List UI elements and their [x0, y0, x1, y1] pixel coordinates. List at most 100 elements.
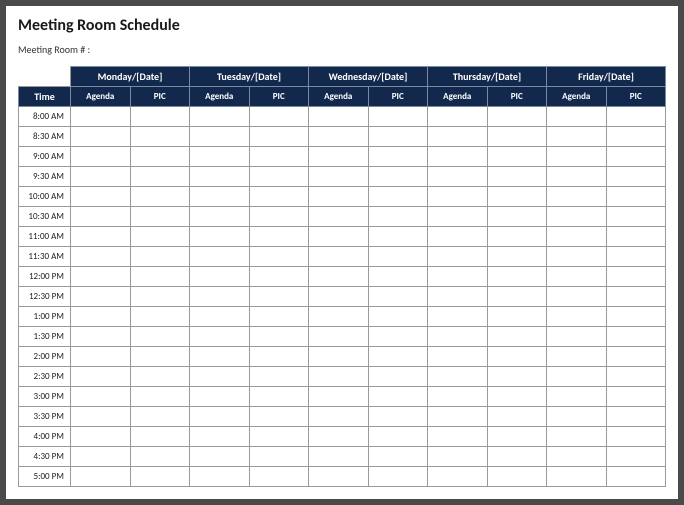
data-cell[interactable]	[190, 267, 250, 287]
data-cell[interactable]	[368, 327, 428, 347]
data-cell[interactable]	[249, 367, 309, 387]
data-cell[interactable]	[71, 307, 131, 327]
data-cell[interactable]	[71, 167, 131, 187]
data-cell[interactable]	[309, 107, 369, 127]
data-cell[interactable]	[487, 467, 547, 487]
data-cell[interactable]	[606, 347, 666, 367]
data-cell[interactable]	[309, 307, 369, 327]
data-cell[interactable]	[71, 427, 131, 447]
data-cell[interactable]	[606, 387, 666, 407]
data-cell[interactable]	[71, 107, 131, 127]
data-cell[interactable]	[547, 427, 607, 447]
data-cell[interactable]	[606, 227, 666, 247]
data-cell[interactable]	[368, 427, 428, 447]
data-cell[interactable]	[428, 147, 488, 167]
data-cell[interactable]	[368, 187, 428, 207]
data-cell[interactable]	[130, 427, 190, 447]
data-cell[interactable]	[487, 147, 547, 167]
data-cell[interactable]	[130, 147, 190, 167]
data-cell[interactable]	[487, 227, 547, 247]
data-cell[interactable]	[368, 227, 428, 247]
data-cell[interactable]	[309, 207, 369, 227]
data-cell[interactable]	[190, 247, 250, 267]
data-cell[interactable]	[487, 327, 547, 347]
data-cell[interactable]	[249, 387, 309, 407]
data-cell[interactable]	[130, 467, 190, 487]
data-cell[interactable]	[428, 187, 488, 207]
data-cell[interactable]	[190, 147, 250, 167]
data-cell[interactable]	[487, 107, 547, 127]
data-cell[interactable]	[130, 187, 190, 207]
data-cell[interactable]	[487, 387, 547, 407]
data-cell[interactable]	[309, 247, 369, 267]
data-cell[interactable]	[547, 167, 607, 187]
data-cell[interactable]	[428, 407, 488, 427]
data-cell[interactable]	[428, 227, 488, 247]
data-cell[interactable]	[547, 287, 607, 307]
data-cell[interactable]	[190, 307, 250, 327]
data-cell[interactable]	[606, 407, 666, 427]
data-cell[interactable]	[249, 327, 309, 347]
data-cell[interactable]	[606, 307, 666, 327]
data-cell[interactable]	[71, 127, 131, 147]
data-cell[interactable]	[130, 307, 190, 327]
data-cell[interactable]	[547, 227, 607, 247]
data-cell[interactable]	[428, 447, 488, 467]
data-cell[interactable]	[130, 267, 190, 287]
data-cell[interactable]	[190, 107, 250, 127]
data-cell[interactable]	[487, 267, 547, 287]
data-cell[interactable]	[428, 327, 488, 347]
data-cell[interactable]	[249, 207, 309, 227]
data-cell[interactable]	[249, 227, 309, 247]
data-cell[interactable]	[309, 407, 369, 427]
data-cell[interactable]	[249, 267, 309, 287]
data-cell[interactable]	[606, 127, 666, 147]
data-cell[interactable]	[130, 207, 190, 227]
data-cell[interactable]	[368, 467, 428, 487]
data-cell[interactable]	[249, 307, 309, 327]
data-cell[interactable]	[547, 307, 607, 327]
data-cell[interactable]	[190, 427, 250, 447]
data-cell[interactable]	[309, 447, 369, 467]
data-cell[interactable]	[487, 287, 547, 307]
data-cell[interactable]	[547, 367, 607, 387]
data-cell[interactable]	[428, 347, 488, 367]
data-cell[interactable]	[309, 427, 369, 447]
data-cell[interactable]	[249, 347, 309, 367]
data-cell[interactable]	[249, 447, 309, 467]
data-cell[interactable]	[71, 187, 131, 207]
data-cell[interactable]	[368, 407, 428, 427]
data-cell[interactable]	[487, 347, 547, 367]
data-cell[interactable]	[249, 407, 309, 427]
data-cell[interactable]	[428, 107, 488, 127]
data-cell[interactable]	[487, 127, 547, 147]
data-cell[interactable]	[71, 347, 131, 367]
data-cell[interactable]	[309, 227, 369, 247]
data-cell[interactable]	[130, 367, 190, 387]
data-cell[interactable]	[368, 147, 428, 167]
data-cell[interactable]	[130, 387, 190, 407]
data-cell[interactable]	[130, 167, 190, 187]
data-cell[interactable]	[368, 267, 428, 287]
data-cell[interactable]	[130, 347, 190, 367]
data-cell[interactable]	[606, 327, 666, 347]
data-cell[interactable]	[547, 467, 607, 487]
data-cell[interactable]	[606, 367, 666, 387]
data-cell[interactable]	[547, 347, 607, 367]
data-cell[interactable]	[368, 287, 428, 307]
data-cell[interactable]	[249, 287, 309, 307]
data-cell[interactable]	[190, 447, 250, 467]
data-cell[interactable]	[71, 367, 131, 387]
data-cell[interactable]	[428, 127, 488, 147]
data-cell[interactable]	[309, 147, 369, 167]
data-cell[interactable]	[606, 467, 666, 487]
data-cell[interactable]	[309, 367, 369, 387]
data-cell[interactable]	[71, 207, 131, 227]
data-cell[interactable]	[309, 167, 369, 187]
data-cell[interactable]	[487, 367, 547, 387]
data-cell[interactable]	[606, 167, 666, 187]
data-cell[interactable]	[368, 107, 428, 127]
data-cell[interactable]	[547, 247, 607, 267]
data-cell[interactable]	[428, 287, 488, 307]
data-cell[interactable]	[71, 327, 131, 347]
